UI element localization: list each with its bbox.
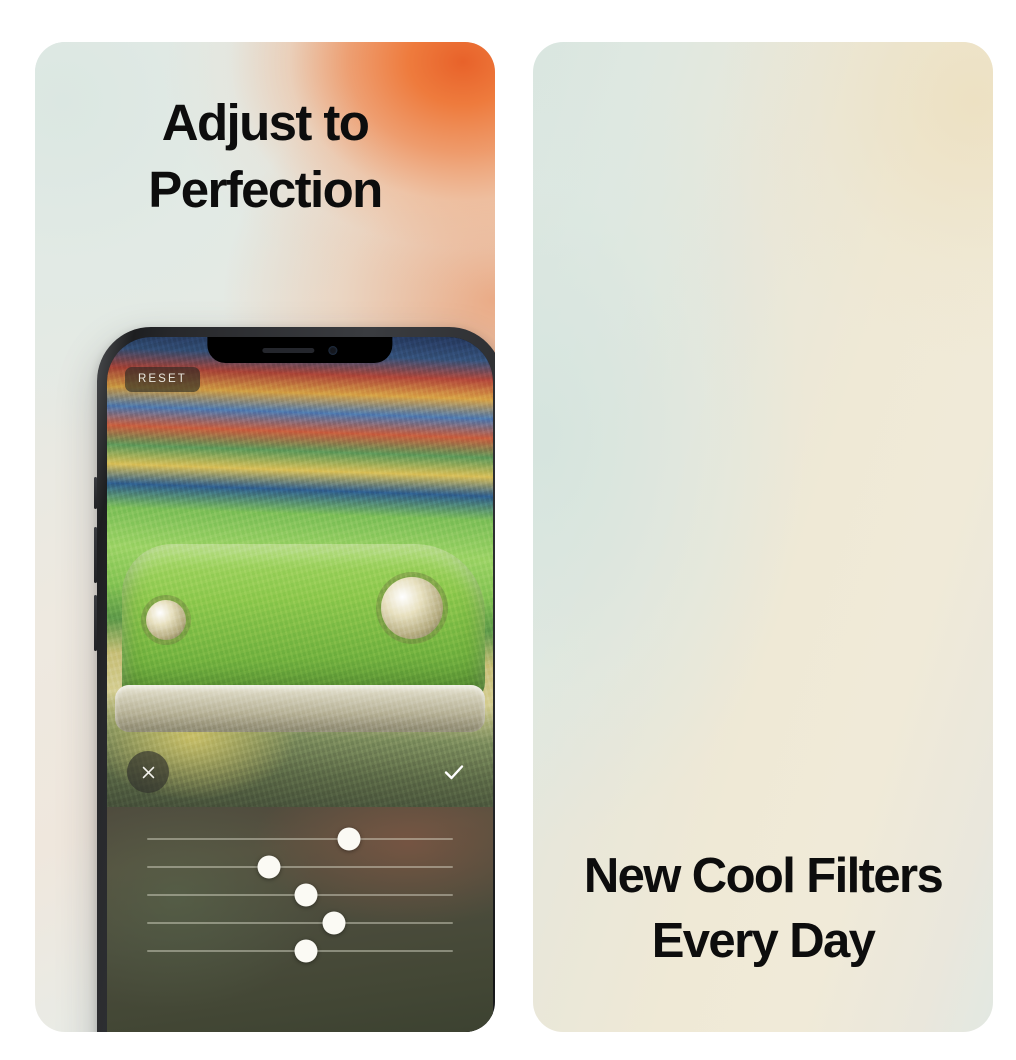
panel-library: Library Art StylesFavorites Portrait Sty… bbox=[533, 42, 993, 1032]
photo-headlamp-left bbox=[145, 600, 186, 641]
slider-contrast[interactable] bbox=[147, 855, 453, 879]
headline-filters: New Cool Filters Every Day bbox=[533, 852, 993, 966]
phone-mockup-editor: RESET bbox=[94, 327, 495, 1032]
volume-up-button[interactable] bbox=[94, 527, 97, 583]
slider-saturation[interactable] bbox=[147, 911, 453, 935]
adjustment-sliders bbox=[107, 807, 493, 1032]
slider-exposure[interactable] bbox=[147, 827, 453, 851]
headline-adjust: Adjust to Perfection bbox=[35, 97, 495, 215]
confirm-edit-button[interactable] bbox=[437, 755, 471, 789]
headline-adjust-line1: Adjust to bbox=[161, 94, 370, 151]
phone-screen-editor: RESET bbox=[107, 337, 493, 1032]
phone-notch bbox=[207, 337, 393, 363]
earpiece-speaker bbox=[262, 347, 315, 353]
slider-vibrance[interactable] bbox=[147, 939, 453, 963]
slider-brightness[interactable] bbox=[147, 883, 453, 907]
mute-switch[interactable] bbox=[94, 477, 97, 509]
check-icon bbox=[444, 765, 464, 780]
slider-knob[interactable] bbox=[257, 855, 281, 879]
slider-track[interactable] bbox=[147, 883, 453, 907]
photo-car-bumper bbox=[114, 684, 486, 732]
slider-knob[interactable] bbox=[294, 939, 318, 963]
slider-track[interactable] bbox=[147, 827, 453, 851]
slider-track[interactable] bbox=[147, 855, 453, 879]
headline-filters-line1: New Cool Filters bbox=[583, 849, 944, 903]
volume-down-button[interactable] bbox=[94, 595, 97, 651]
close-icon bbox=[142, 766, 154, 778]
slider-knob[interactable] bbox=[322, 911, 346, 935]
slider-knob[interactable] bbox=[337, 827, 361, 851]
photo-car-body bbox=[122, 543, 486, 704]
headline-filters-line2: Every Day bbox=[651, 914, 876, 968]
edited-photo-preview bbox=[107, 337, 493, 807]
cancel-edit-button[interactable] bbox=[127, 751, 169, 793]
slider-track[interactable] bbox=[147, 911, 453, 935]
app-store-screenshot-pair: Adjust to Perfection RESET New Cool Filt… bbox=[0, 0, 1016, 1060]
slider-track[interactable] bbox=[147, 939, 453, 963]
front-camera bbox=[328, 345, 338, 355]
headline-adjust-line2: Perfection bbox=[148, 161, 383, 218]
slider-knob[interactable] bbox=[294, 883, 318, 907]
panel-adjust: Adjust to Perfection RESET bbox=[35, 42, 495, 1032]
photo-headlamp-right bbox=[380, 576, 443, 639]
reset-button[interactable]: RESET bbox=[125, 367, 200, 392]
